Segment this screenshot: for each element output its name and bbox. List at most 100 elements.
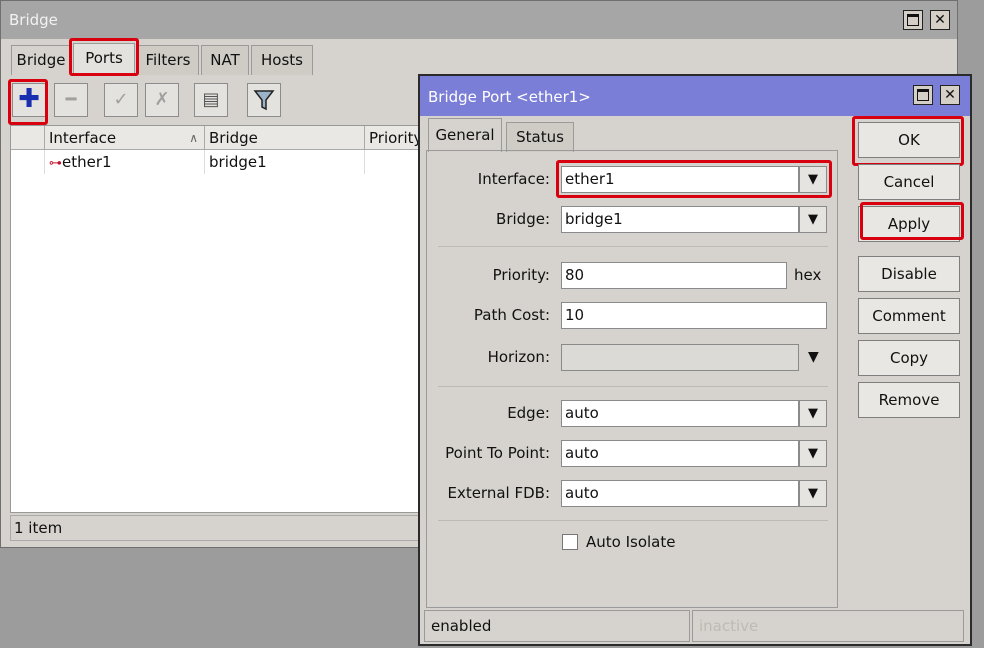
bridge-value: bridge1 [565, 210, 623, 228]
apply-label: Apply [887, 215, 931, 233]
tab-hosts[interactable]: Hosts [251, 45, 313, 75]
priority-label: Priority: [492, 266, 550, 284]
dialog-maximize-button[interactable] [913, 85, 933, 105]
interface-label: Interface: [477, 170, 550, 188]
interface-value: ether1 [565, 170, 615, 188]
tab-nat-label: NAT [210, 51, 240, 69]
bridge-window-title: Bridge [9, 11, 58, 29]
enable-icon: ✓ [113, 89, 129, 110]
comment-icon: ▤ [202, 89, 220, 110]
ethernet-icon: ⊶ [49, 156, 62, 171]
remove-button[interactable]: ━ [54, 83, 88, 117]
apply-button[interactable]: Apply [858, 206, 960, 242]
edge-label: Edge: [507, 404, 550, 422]
copy-label: Copy [889, 349, 929, 367]
remove-icon: ━ [65, 89, 77, 110]
row-marker [11, 150, 45, 174]
comment-label: Comment [872, 307, 946, 325]
priority-value: 80 [565, 266, 585, 284]
dialog-status-enabled: enabled [424, 610, 690, 642]
path-cost-value: 10 [565, 306, 585, 324]
divider [438, 246, 828, 247]
auto-isolate-label: Auto Isolate [586, 533, 676, 551]
horizon-input[interactable] [561, 344, 799, 371]
filter-icon [253, 90, 275, 111]
disable-button[interactable]: Disable [858, 256, 960, 292]
tab-nat[interactable]: NAT [201, 45, 249, 75]
column-interface-label: Interface [49, 129, 117, 147]
priority-unit: hex [794, 266, 822, 284]
status-enabled-text: enabled [431, 617, 492, 635]
divider [438, 386, 828, 387]
close-button[interactable]: ✕ [930, 10, 950, 30]
add-icon: ✚ [18, 84, 40, 114]
column-priority[interactable]: Priority [365, 126, 421, 150]
disable-button[interactable]: ✗ [145, 83, 179, 117]
edge-value: auto [565, 404, 599, 422]
horizon-label: Horizon: [487, 348, 550, 366]
bridge-title-bar[interactable]: Bridge ✕ [1, 1, 957, 39]
disable-label: Disable [881, 265, 937, 283]
column-bridge-label: Bridge [209, 129, 258, 147]
path-cost-input[interactable]: 10 [561, 302, 827, 329]
point-to-point-select[interactable]: auto [561, 440, 799, 467]
cancel-button[interactable]: Cancel [858, 164, 960, 200]
horizon-expand-icon[interactable]: ▼ [808, 344, 819, 370]
column-interface[interactable]: Interface ∧ [45, 126, 205, 150]
cancel-label: Cancel [883, 173, 935, 191]
auto-isolate-checkbox[interactable] [562, 534, 578, 550]
row-interface-value: ether1 [62, 153, 112, 171]
dropdown-icon: ▼ [808, 212, 818, 227]
bridge-select[interactable]: bridge1 [561, 206, 799, 233]
maximize-button[interactable] [903, 10, 923, 30]
close-icon: ✕ [944, 87, 956, 103]
maximize-icon [917, 89, 929, 101]
copy-button[interactable]: Copy [858, 340, 960, 376]
bridge-dropdown-button[interactable]: ▼ [799, 206, 827, 233]
dropdown-icon: ▼ [808, 486, 818, 501]
tab-hosts-label: Hosts [261, 51, 303, 69]
ok-button[interactable]: OK [858, 122, 960, 158]
interface-select[interactable]: ether1 [561, 166, 799, 193]
priority-input[interactable]: 80 [561, 262, 787, 289]
external-fdb-value: auto [565, 484, 599, 502]
ok-label: OK [898, 131, 920, 149]
dialog-close-button[interactable]: ✕ [940, 85, 960, 105]
filter-button[interactable] [247, 83, 281, 117]
status-inactive-text: inactive [699, 617, 759, 635]
row-bridge: bridge1 [205, 150, 365, 174]
row-bridge-value: bridge1 [209, 153, 267, 171]
point-to-point-label: Point To Point: [445, 444, 550, 462]
remove-button[interactable]: Remove [858, 382, 960, 418]
external-fdb-select[interactable]: auto [561, 480, 799, 507]
tab-bridge-label: Bridge [16, 51, 66, 69]
tab-ports-label: Ports [85, 49, 123, 67]
sort-icon: ∧ [189, 131, 198, 145]
tab-bridge[interactable]: Bridge [11, 45, 71, 75]
tab-filters[interactable]: Filters [137, 45, 199, 75]
path-cost-label: Path Cost: [473, 306, 550, 324]
item-count: 1 item [14, 519, 63, 537]
dropdown-icon: ▼ [808, 172, 818, 187]
edge-select[interactable]: auto [561, 400, 799, 427]
row-interface: ⊶ether1 [45, 150, 205, 174]
point-to-point-value: auto [565, 444, 599, 462]
tab-ports[interactable]: Ports [73, 43, 135, 75]
add-button[interactable]: ✚ [12, 83, 46, 117]
dropdown-icon: ▼ [808, 446, 818, 461]
point-to-point-dropdown-button[interactable]: ▼ [799, 440, 827, 467]
comment-button[interactable]: Comment [858, 298, 960, 334]
dialog-status-inactive: inactive [692, 610, 964, 642]
labels-column: Interface: Bridge: Priority: Path Cost: … [420, 76, 550, 556]
enable-button[interactable]: ✓ [104, 83, 138, 117]
external-fdb-dropdown-button[interactable]: ▼ [799, 480, 827, 507]
maximize-icon [907, 14, 919, 26]
bridge-status-bar: 1 item [10, 515, 420, 541]
divider [438, 520, 828, 521]
interface-dropdown-button[interactable]: ▼ [799, 166, 827, 193]
comment-button[interactable]: ▤ [194, 83, 228, 117]
column-bridge[interactable]: Bridge [205, 126, 365, 150]
edge-dropdown-button[interactable]: ▼ [799, 400, 827, 427]
column-priority-label: Priority [369, 129, 421, 147]
tab-filters-label: Filters [145, 51, 191, 69]
